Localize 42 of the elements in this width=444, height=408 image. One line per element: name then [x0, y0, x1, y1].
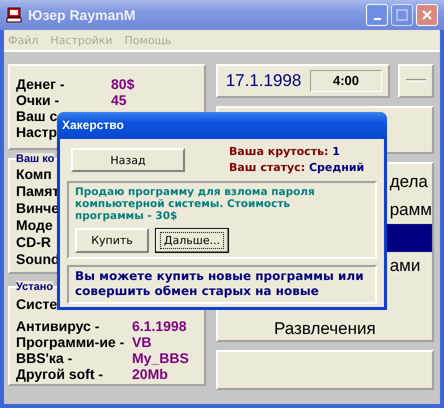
dialog-button[interactable]: Дальше...: [155, 228, 229, 253]
time-field: 4:00: [310, 70, 382, 92]
back-button[interactable]: Назад: [71, 148, 185, 172]
window-title: Юзер RaymanM: [28, 7, 136, 23]
software-value: 20Mb: [132, 366, 168, 382]
software-value: VB: [132, 334, 152, 350]
component-label: Комп: [16, 166, 52, 183]
status-label: Ваш статус:: [229, 161, 306, 174]
stat-label: Ваш с: [16, 108, 58, 124]
software-label: Антивирус -: [16, 318, 100, 334]
stat-label: Настр: [16, 124, 58, 140]
coolness-label: Ваша крутость:: [229, 145, 328, 158]
stat-label: Денег -: [16, 76, 66, 92]
minimize-icon: [374, 18, 380, 20]
software-value: 6.1.1998: [132, 318, 186, 334]
dash-icon: [406, 79, 426, 83]
component-label: Винче: [16, 200, 60, 217]
dialog-title: Хакерство: [57, 112, 387, 139]
offer-text: Продаю программу для взлома пароля компьютерной системы. Стоимость программы - 30$: [75, 186, 316, 222]
software-label: BBS'ка -: [16, 350, 74, 366]
close-button[interactable]: [416, 4, 438, 26]
computer-icon: [6, 7, 22, 23]
component-label: Моде: [16, 217, 53, 234]
stat-label: Очки -: [16, 92, 60, 108]
coolness-value: 1: [332, 145, 340, 158]
stat-value: 80$: [111, 76, 134, 92]
maximize-icon: [396, 9, 408, 21]
component-label: Памят: [16, 183, 60, 200]
minimize-button[interactable]: [366, 4, 388, 26]
status-value: Средний: [308, 161, 364, 174]
hint-text: Вы можете купить новые программы или совершить обмен старых на новые: [75, 269, 365, 299]
component-label: CD-R: [16, 234, 51, 251]
close-icon: [421, 9, 433, 21]
stat-value: 45: [111, 92, 127, 108]
maximize-button[interactable]: [391, 4, 413, 26]
section-item[interactable]: Развлечения: [274, 318, 376, 340]
software-label: Программи-ие -: [16, 334, 126, 350]
date-text: 17.1.1998: [226, 71, 302, 91]
software-value: My_BBS: [132, 350, 189, 366]
software-label: Другой soft -: [16, 366, 104, 382]
dialog-button[interactable]: Купить: [75, 228, 149, 253]
software-label: Систе: [16, 296, 58, 312]
